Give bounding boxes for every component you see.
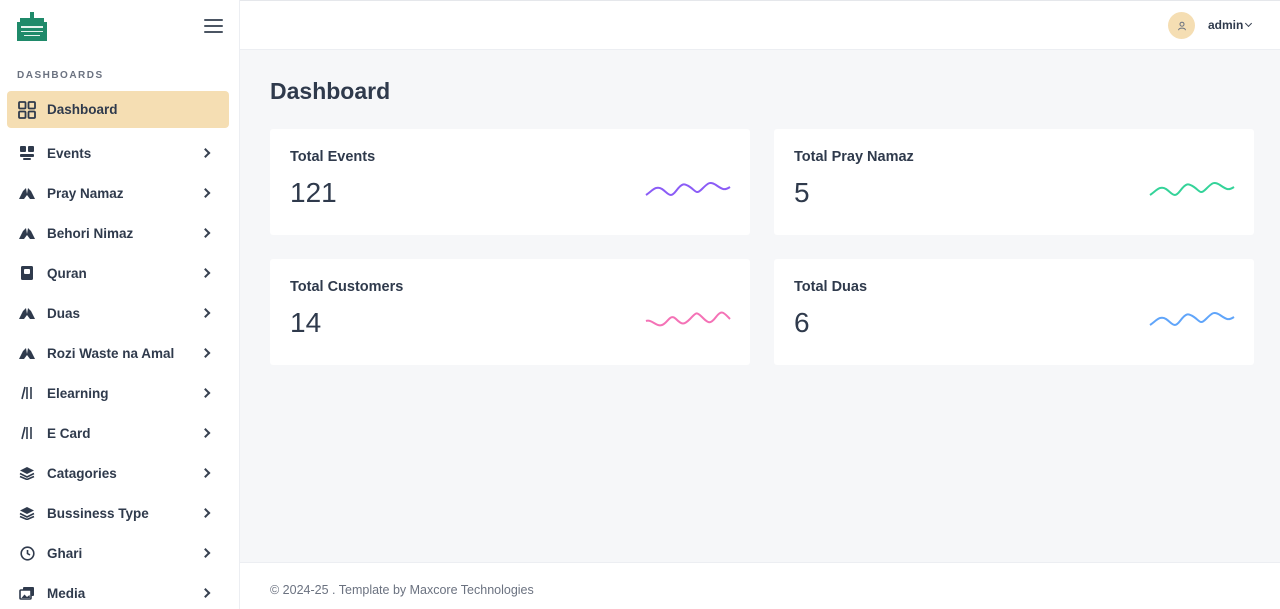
sidebar-item-label: Ghari [47,545,83,561]
books-icon [17,423,37,443]
sidebar-item-label: Bussiness Type [47,505,149,521]
layers-icon [17,463,37,483]
grid-icon [17,100,37,120]
page-title: Dashboard [270,78,391,104]
prayer-hands-icon [17,303,37,323]
sparkline-chart [645,181,731,196]
sidebar-item-label: Duas [47,305,81,321]
prayer-hands-icon [17,343,37,363]
chevron-right-icon [200,308,211,318]
sidebar-item-label: Catagories [47,465,117,481]
sidebar-item-label: Dashboard [47,102,118,117]
stat-card-total-pray-namaz: Total Pray Namaz 5 [774,129,1254,235]
sidebar-item-label: Behori Nimaz [47,225,134,241]
sidebar-item-behori-nimaz[interactable]: Behori Nimaz [7,213,229,253]
sidebar-item-media[interactable]: Media [7,573,229,609]
chevron-right-icon [200,388,211,398]
sidebar-item-events[interactable]: Events [7,133,229,173]
sidebar-item-label: Media [47,585,86,601]
chevron-right-icon [200,268,211,278]
brand-logo[interactable] [16,12,48,42]
sparkline-chart [1149,181,1235,196]
sidebar-item-rozi-waste-na-amal[interactable]: Rozi Waste na Amal [7,333,229,373]
sidebar-item-duas[interactable]: Duas [7,293,229,333]
stat-card-value: 6 [794,307,810,338]
events-icon [17,143,37,163]
prayer-hands-icon [17,223,37,243]
topbar: admin [240,0,1280,50]
sparkline-chart [1149,311,1235,326]
sidebar-item-e-card[interactable]: E Card [7,413,229,453]
stat-card-title: Total Pray Namaz [794,149,914,165]
stat-card-value: 14 [290,307,322,338]
books-icon [17,383,37,403]
clock-icon [17,543,37,563]
sidebar-item-elearning[interactable]: Elearning [7,373,229,413]
chevron-right-icon [200,188,211,198]
stat-card-total-events: Total Events 121 [270,129,750,235]
stat-card-value: 5 [794,177,810,208]
prayer-hands-icon [17,183,37,203]
chevron-right-icon [200,588,211,598]
sidebar-item-catagories[interactable]: Catagories [7,453,229,493]
sidebar-item-pray-namaz[interactable]: Pray Namaz [7,173,229,213]
user-menu-name[interactable]: admin [1208,18,1243,32]
sparkline-chart [645,311,731,327]
chevron-right-icon [200,468,211,478]
sidebar-item-dashboard[interactable]: Dashboard [7,91,229,128]
book-icon [17,263,37,283]
avatar[interactable] [1168,12,1195,39]
stat-card-total-customers: Total Customers 14 [270,259,750,365]
chevron-down-icon[interactable] [1244,19,1253,28]
stat-card-value: 121 [290,177,337,208]
chevron-right-icon [200,228,211,238]
sidebar-item-label: Quran [47,265,87,281]
sidebar-item-label: E Card [47,425,91,441]
sidebar-item-bussiness-type[interactable]: Bussiness Type [7,493,229,533]
layers-icon [17,503,37,523]
sidebar-item-label: Events [47,145,92,161]
images-icon [17,583,37,603]
chevron-right-icon [200,548,211,558]
sidebar: DASHBOARDS Dashboard Events Pray Namaz B… [0,0,240,609]
chevron-right-icon [200,428,211,438]
chevron-right-icon [200,508,211,518]
stat-card-total-duas: Total Duas 6 [774,259,1254,365]
chevron-right-icon [200,348,211,358]
menu-toggle-icon[interactable] [204,18,224,34]
footer-copyright: © 2024-25 . Template by Maxcore Technolo… [270,583,534,597]
stat-card-title: Total Customers [290,279,404,295]
stat-card-title: Total Duas [794,279,868,295]
sidebar-item-ghari[interactable]: Ghari [7,533,229,573]
sidebar-item-quran[interactable]: Quran [7,253,229,293]
stat-card-title: Total Events [290,149,376,165]
footer: © 2024-25 . Template by Maxcore Technolo… [240,562,1280,609]
sidebar-item-label: Pray Namaz [47,185,124,201]
sidebar-item-label: Rozi Waste na Amal [47,345,175,361]
chevron-right-icon [200,148,211,158]
sidebar-section-title: DASHBOARDS [17,70,104,81]
sidebar-item-label: Elearning [47,385,109,401]
sidebar-menu: Dashboard Events Pray Namaz Behori Nimaz [7,91,229,609]
